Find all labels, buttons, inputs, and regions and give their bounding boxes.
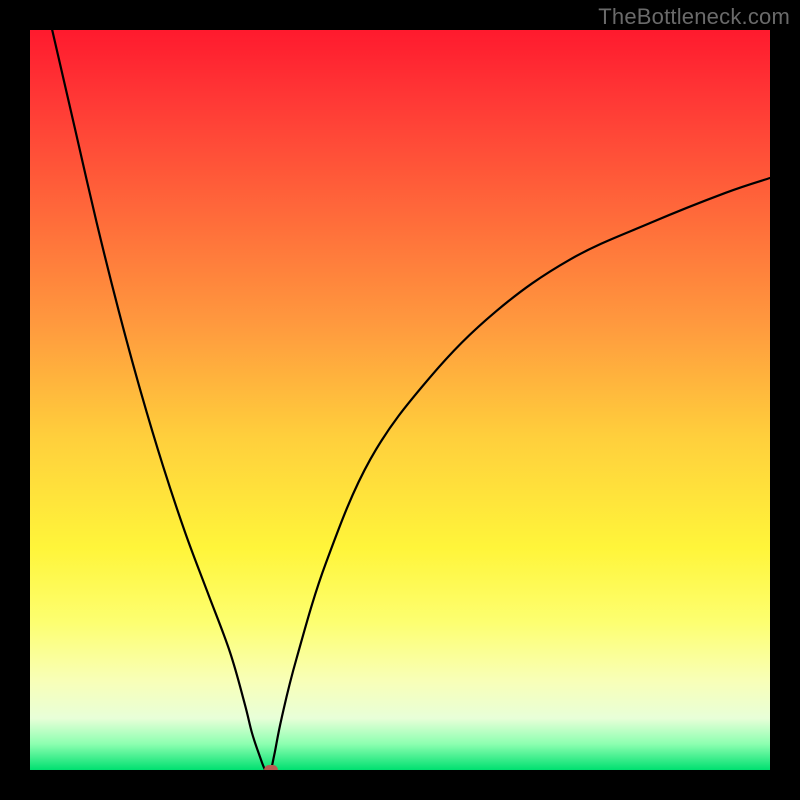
- plot-area: [30, 30, 770, 770]
- watermark-text: TheBottleneck.com: [598, 4, 790, 30]
- bottleneck-curve: [52, 30, 770, 770]
- optimal-marker: [264, 765, 278, 770]
- chart-frame: TheBottleneck.com: [0, 0, 800, 800]
- curve-layer: [30, 30, 770, 770]
